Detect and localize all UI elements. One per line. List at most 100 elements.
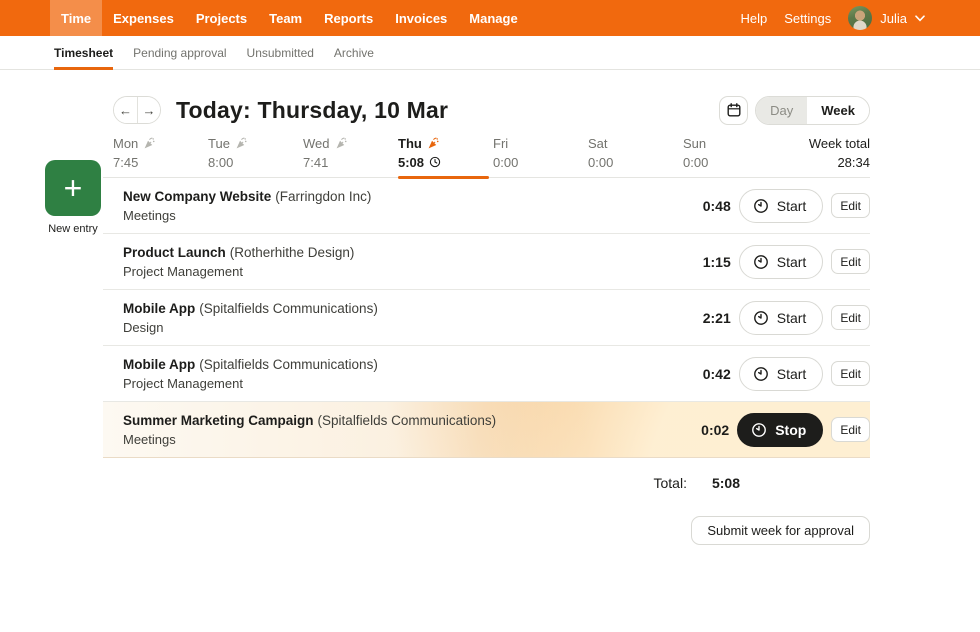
week-total-label: Week total [808, 135, 870, 151]
start-timer-button[interactable]: Start [738, 188, 824, 223]
edit-entry-button[interactable]: Edit [831, 193, 870, 218]
time-entry-row: Mobile App (Spitalfields Communications) … [103, 346, 870, 402]
day-total: 8:00 [208, 154, 234, 170]
entry-task: Project Management [123, 375, 243, 391]
day-name: Mon [113, 135, 139, 151]
entry-client: (Spitalfields Communications) [199, 300, 378, 316]
new-entry-button[interactable]: + [45, 160, 101, 216]
user-avatar [848, 6, 873, 30]
tab-timesheet[interactable]: Timesheet [54, 36, 114, 70]
calendar-icon [727, 103, 741, 117]
user-menu[interactable]: Julia [848, 6, 925, 30]
start-timer-button[interactable]: Start [738, 356, 824, 391]
selected-day-underline [398, 176, 489, 179]
day-column-sat[interactable]: Sat 0:00 [588, 135, 683, 170]
entry-project: Mobile App [123, 356, 196, 372]
entry-info: Mobile App (Spitalfields Communications) … [123, 301, 689, 335]
submit-week-button[interactable]: Submit week for approval [691, 516, 870, 545]
day-name: Thu [398, 135, 422, 151]
entry-client: (Farringdon Inc) [275, 188, 372, 204]
day-name: Sat [588, 135, 608, 151]
entry-info: Product Launch (Rotherhithe Design) Proje… [123, 245, 689, 279]
day-name: Fri [493, 135, 509, 151]
party-popper-icon [428, 137, 439, 148]
nav-item-invoices[interactable]: Invoices [384, 0, 458, 36]
entry-project: Summer Marketing Campaign [123, 412, 314, 428]
time-entry-row: New Company Website (Farringdon Inc) Meet… [103, 178, 870, 234]
tab-unsubmitted[interactable]: Unsubmitted [247, 36, 314, 69]
day-total: 0:00 [683, 154, 709, 170]
entry-task: Meetings [123, 207, 176, 223]
view-toggle-day[interactable]: Day [756, 96, 808, 124]
time-entry-row-running: Summer Marketing Campaign (Spitalfields C… [103, 402, 870, 458]
timer-button-label: Stop [775, 421, 807, 438]
page-title: Today: Thursday, 10 Mar [176, 97, 448, 124]
nav-item-expenses[interactable]: Expenses [102, 0, 185, 36]
time-entry-row: Mobile App (Spitalfields Communications) … [103, 290, 870, 346]
day-column-mon[interactable]: Mon 7:45 [113, 135, 208, 170]
nav-item-manage[interactable]: Manage [458, 0, 528, 36]
party-popper-icon [236, 137, 247, 148]
date-header: ← → Today: Thursday, 10 Mar Day Week [113, 95, 870, 125]
day-total: 0:00 [493, 154, 519, 170]
edit-entry-button[interactable]: Edit [831, 305, 870, 330]
entry-info: New Company Website (Farringdon Inc) Meet… [123, 189, 689, 223]
nav-item-team[interactable]: Team [258, 0, 313, 36]
day-column-sun[interactable]: Sun 0:00 [683, 135, 778, 170]
edit-entry-button[interactable]: Edit [831, 417, 870, 442]
day-column-wed[interactable]: Wed 7:41 [303, 135, 398, 170]
day-column-thu-selected[interactable]: Thu 5:08 [398, 135, 493, 170]
top-navigation: Time Expenses Projects Team Reports Invo… [0, 0, 980, 36]
calendar-picker-button[interactable] [719, 95, 749, 125]
entry-project: Mobile App [123, 300, 196, 316]
new-entry-label: New entry [48, 223, 98, 235]
timesheet-tabbar: Timesheet Pending approval Unsubmitted A… [0, 36, 980, 70]
entry-task: Project Management [123, 263, 243, 279]
timesheet-main: ← → Today: Thursday, 10 Mar Day Week + N… [0, 95, 980, 545]
clock-icon [753, 198, 768, 213]
help-link[interactable]: Help [741, 11, 768, 26]
day-column-fri[interactable]: Fri 0:00 [493, 135, 588, 170]
time-entry-row: Product Launch (Rotherhithe Design) Proje… [103, 234, 870, 290]
next-day-button[interactable]: → [137, 97, 160, 123]
entry-client: (Rotherhithe Design) [229, 244, 355, 260]
tab-pending-approval[interactable]: Pending approval [133, 36, 226, 69]
edit-entry-button[interactable]: Edit [831, 249, 870, 274]
start-timer-button[interactable]: Start [738, 244, 824, 279]
tab-archive[interactable]: Archive [334, 36, 374, 69]
start-timer-button[interactable]: Start [738, 300, 824, 335]
new-entry: + New entry [45, 160, 101, 235]
edit-entry-button[interactable]: Edit [831, 361, 870, 386]
day-name: Tue [208, 135, 230, 151]
day-column-tue[interactable]: Tue 8:00 [208, 135, 303, 170]
settings-link[interactable]: Settings [784, 11, 831, 26]
entry-time: 2:21 [702, 309, 731, 326]
timer-button-label: Start [776, 197, 807, 214]
day-total: 7:45 [113, 154, 139, 170]
stop-timer-button[interactable]: Stop [737, 412, 824, 447]
nav-item-time[interactable]: Time [50, 0, 103, 36]
nav-item-projects[interactable]: Projects [185, 0, 258, 36]
day-total: 7:41 [303, 154, 329, 170]
timer-button-label: Start [776, 365, 807, 382]
timer-button-label: Start [776, 309, 807, 326]
entry-time: 1:15 [702, 253, 731, 270]
entry-client: (Spitalfields Communications) [317, 412, 497, 428]
entry-time: 0:02 [701, 421, 730, 438]
previous-day-button[interactable]: ← [114, 97, 137, 123]
entry-task: Design [123, 319, 164, 335]
view-toggle-week[interactable]: Week [807, 96, 869, 124]
clock-icon [753, 366, 768, 381]
date-nav-arrows: ← → [113, 96, 161, 124]
nav-item-reports[interactable]: Reports [313, 0, 384, 36]
chevron-down-icon [915, 14, 925, 22]
week-total-value: 28:34 [837, 154, 870, 170]
clock-icon [753, 310, 768, 325]
day-total-row: Total: 5:08 [103, 475, 870, 491]
clock-icon [753, 254, 768, 269]
running-timer-clock-icon [429, 156, 441, 168]
entry-time: 0:48 [702, 197, 731, 214]
day-name: Wed [303, 135, 330, 151]
time-entry-list: New Company Website (Farringdon Inc) Meet… [103, 178, 870, 458]
user-name: Julia [880, 10, 907, 26]
